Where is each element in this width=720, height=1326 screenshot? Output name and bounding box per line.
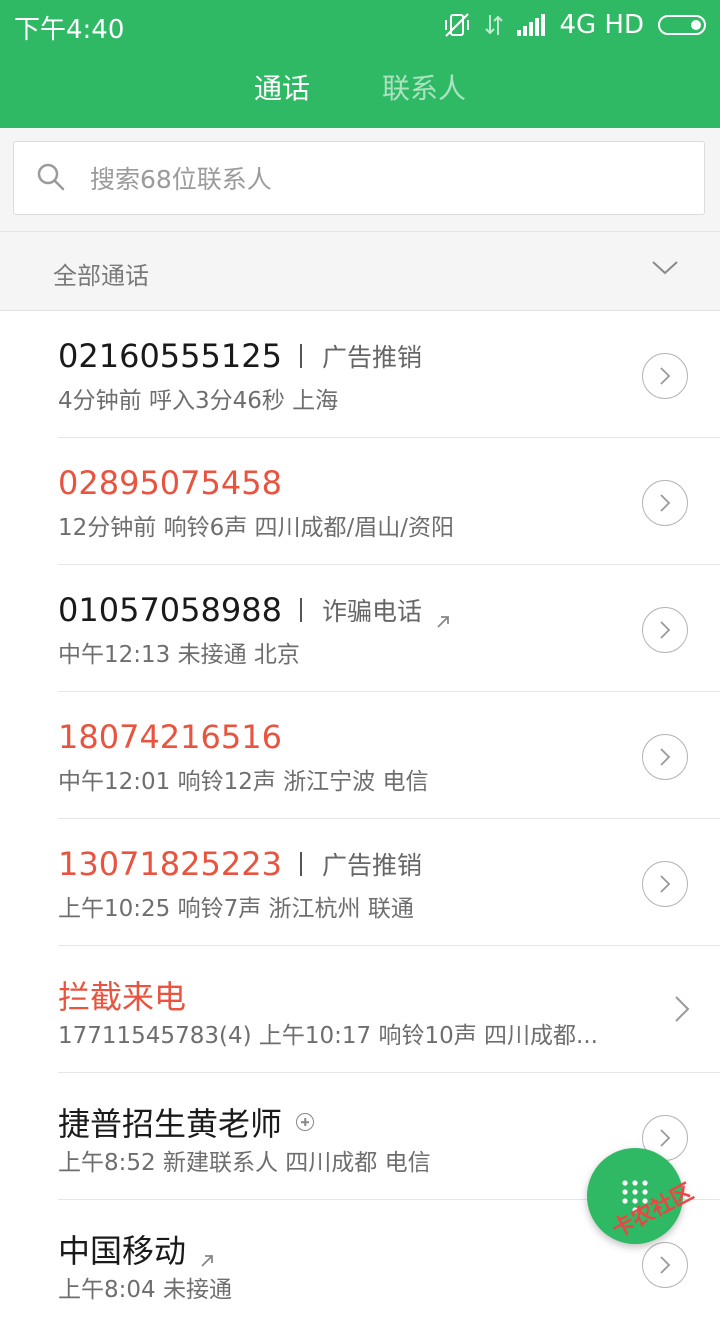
call-detail: 上午10:25 响铃7声 浙江杭州 联通	[58, 896, 414, 922]
chevron-right-icon	[674, 994, 690, 1024]
call-number: 02160555125	[58, 337, 282, 375]
app-header: 下午4:40 4G HD 通话 联系人	[0, 0, 720, 128]
call-number: 18074216516	[58, 718, 282, 756]
call-item[interactable]: 18074216516 中午12:01 响铃12声 浙江宁波 电信	[58, 692, 720, 819]
tab-bar: 通话 联系人	[0, 62, 720, 116]
call-item-blocked[interactable]: 拦截来电 17711545783(4) 上午10:17 响铃10声 四川成都..…	[58, 946, 720, 1073]
call-title: 02895075458	[58, 464, 282, 502]
tab-calls[interactable]: 通话	[254, 62, 310, 116]
network-type: 4G HD	[559, 10, 644, 40]
call-number: 捷普招生黄老师	[58, 1105, 283, 1143]
call-title: 18074216516	[58, 718, 282, 756]
chevron-down-icon	[650, 258, 680, 278]
call-detail-button[interactable]	[642, 734, 688, 780]
search-box[interactable]	[13, 141, 705, 216]
battery-icon	[658, 15, 706, 35]
tag-divider	[299, 344, 302, 368]
call-title: 中国移动	[58, 1226, 216, 1272]
call-filter-dropdown[interactable]: 全部通话	[0, 232, 720, 311]
call-detail-button[interactable]	[642, 861, 688, 907]
call-tag: 诈骗电话	[321, 597, 422, 626]
call-tag: 广告推销	[321, 851, 422, 880]
signal-icon	[517, 14, 546, 36]
add-contact-icon	[296, 1113, 315, 1131]
tab-contacts[interactable]: 联系人	[382, 62, 466, 116]
search-section	[0, 128, 720, 232]
call-tag: 广告推销	[321, 343, 422, 372]
call-detail: 中午12:13 未接通 北京	[58, 642, 300, 668]
call-number: 01057058988	[58, 591, 282, 629]
call-title: 13071825223 广告推销	[58, 845, 422, 883]
status-time: 下午4:40	[14, 15, 125, 45]
call-title: 02160555125 广告推销	[58, 337, 422, 375]
call-detail: 上午8:52 新建联系人 四川成都 电信	[58, 1150, 431, 1176]
call-detail: 中午12:01 响铃12声 浙江宁波 电信	[58, 769, 429, 795]
call-title: 捷普招生黄老师	[58, 1099, 315, 1145]
vibrate-off-icon	[443, 11, 471, 39]
call-detail: 12分钟前 响铃6声 四川成都/眉山/资阳	[58, 515, 455, 541]
filter-label: 全部通话	[53, 262, 149, 290]
call-number: 拦截来电	[58, 978, 187, 1016]
call-number: 02895075458	[58, 464, 282, 502]
call-detail-button[interactable]	[642, 353, 688, 399]
call-title: 拦截来电	[58, 972, 186, 1018]
tag-divider	[299, 598, 302, 622]
call-detail: 17711545783(4) 上午10:17 响铃10声 四川成都...	[58, 1023, 598, 1049]
call-item[interactable]: 13071825223 广告推销 上午10:25 响铃7声 浙江杭州 联通	[58, 819, 720, 946]
search-icon	[36, 162, 66, 192]
data-activity-icon	[485, 13, 504, 37]
tag-divider	[299, 852, 302, 876]
call-item[interactable]: 01057058988 诈骗电话 中午12:13 未接通 北京	[58, 565, 720, 692]
call-detail: 上午8:04 未接通	[58, 1277, 232, 1303]
call-number: 中国移动	[58, 1232, 187, 1270]
call-item[interactable]: 02160555125 广告推销 4分钟前 呼入3分46秒 上海	[58, 311, 720, 438]
call-detail-button[interactable]	[642, 480, 688, 526]
status-icons: 4G HD	[443, 8, 706, 42]
status-bar: 下午4:40 4G HD	[0, 0, 720, 50]
call-detail: 4分钟前 呼入3分46秒 上海	[58, 388, 339, 414]
call-title: 01057058988 诈骗电话	[58, 591, 452, 629]
call-item[interactable]: 02895075458 12分钟前 响铃6声 四川成都/眉山/资阳	[58, 438, 720, 565]
arrow-up-right-icon	[434, 601, 452, 628]
call-detail-button[interactable]	[642, 607, 688, 653]
call-number: 13071825223	[58, 845, 282, 883]
arrow-up-right-icon	[198, 1240, 216, 1267]
search-input[interactable]	[88, 142, 682, 216]
